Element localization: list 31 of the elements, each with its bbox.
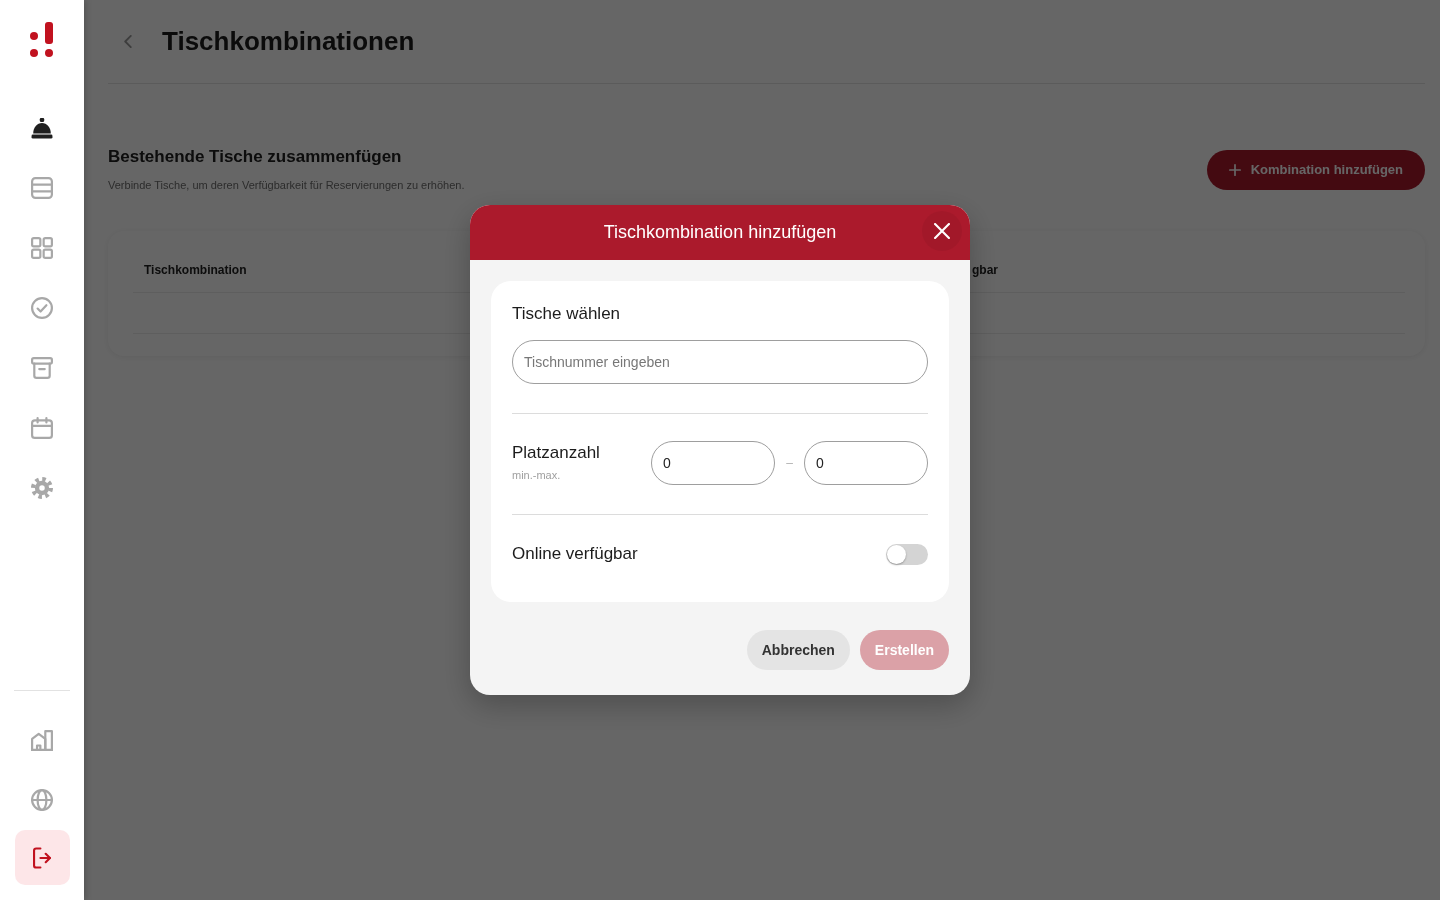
calendar-icon[interactable] <box>31 417 53 439</box>
cancel-button[interactable]: Abbrechen <box>746 630 850 670</box>
toggle-switch[interactable] <box>886 543 928 565</box>
chevron-left-icon[interactable] <box>124 35 132 48</box>
column-header: gbar <box>972 261 999 279</box>
settings-icon[interactable] <box>31 477 53 499</box>
logout-button[interactable] <box>14 830 70 885</box>
column-header: Tischkombination <box>143 261 248 279</box>
field-label: Online verfügbar <box>512 543 638 565</box>
grid-icon[interactable] <box>31 237 53 259</box>
section-title: Bestehende Tische zusammenfügen <box>108 146 403 168</box>
close-icon <box>934 223 950 239</box>
archive-icon[interactable] <box>31 357 53 379</box>
building-icon[interactable] <box>31 729 53 751</box>
table-icon[interactable] <box>31 177 53 199</box>
plus-icon <box>1228 164 1241 176</box>
page-title: Tischkombinationen <box>162 25 415 58</box>
logout-icon <box>33 846 51 869</box>
table-number-input[interactable]: Tischnummer eingeben <box>512 340 928 384</box>
cloche-icon[interactable] <box>31 117 53 139</box>
globe-icon[interactable] <box>31 789 53 811</box>
field-label: Platzanzahl <box>512 442 601 464</box>
min-seats-input[interactable]: 0 <box>651 441 775 485</box>
check-circle-icon[interactable] <box>31 297 53 319</box>
field-hint: min.-max. <box>512 468 562 483</box>
field-label: Tische wählen <box>512 303 622 325</box>
close-button[interactable] <box>922 211 962 251</box>
max-seats-input[interactable]: 0 <box>804 441 928 485</box>
dots-logo-icon[interactable] <box>28 22 56 58</box>
dialog-title: Tischkombination hinzufügen <box>603 221 837 244</box>
range-separator: – <box>786 455 793 472</box>
